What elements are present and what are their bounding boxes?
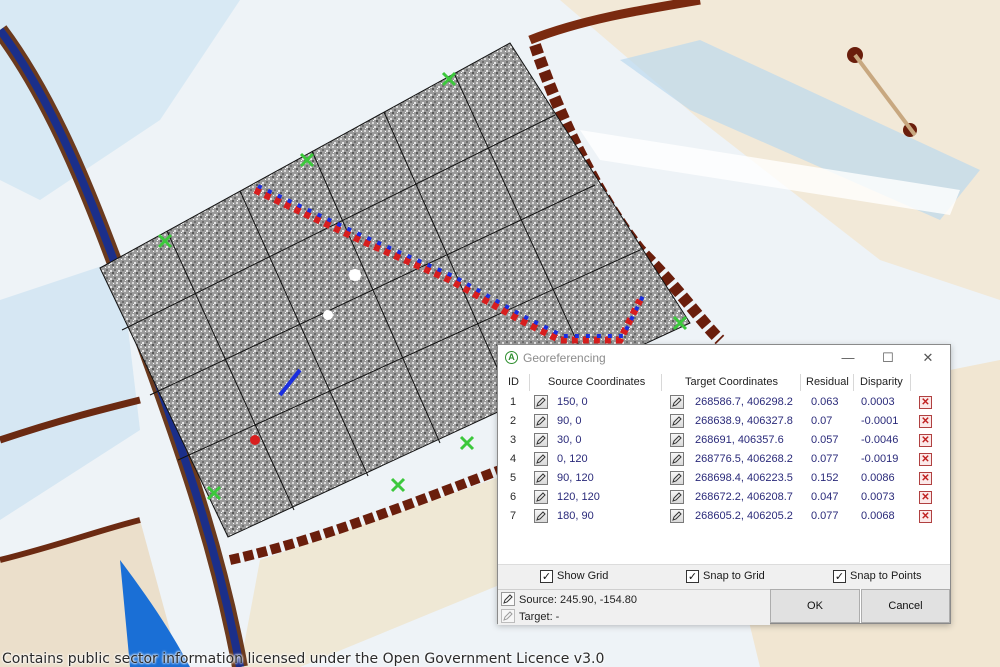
pencil-icon[interactable] <box>670 433 684 447</box>
disparity-cell: -0.0046 <box>861 434 899 446</box>
target-coordinates-readout: Target: - <box>519 611 560 623</box>
delete-x-icon[interactable]: ✕ <box>919 396 932 409</box>
residual-cell: 0.152 <box>811 472 839 484</box>
pencil-icon[interactable] <box>670 452 684 466</box>
source-coordinates-readout: Source: 245.90, -154.80 <box>519 594 638 606</box>
pencil-icon[interactable] <box>670 509 684 523</box>
residual-cell: 0.07 <box>811 415 833 427</box>
column-header-id[interactable]: ID <box>508 374 519 391</box>
target-pencil-icon[interactable] <box>501 609 515 623</box>
app-logo-icon: A <box>505 351 518 364</box>
source-coordinates-cell[interactable]: 180, 90 <box>557 510 594 522</box>
disparity-cell: 0.0003 <box>861 396 895 408</box>
pencil-icon[interactable] <box>670 414 684 428</box>
target-coordinates-cell[interactable]: 268586.7, 406298.2 <box>695 396 793 408</box>
title-bar[interactable]: A Georeferencing — ☐ ✕ <box>498 345 950 371</box>
pencil-icon[interactable] <box>534 433 548 447</box>
pencil-icon[interactable] <box>534 452 548 466</box>
checkbox-tick-icon[interactable]: ✓ <box>686 570 699 583</box>
disparity-cell: -0.0001 <box>861 415 899 427</box>
target-coordinates-cell[interactable]: 268691, 406357.6 <box>695 434 784 446</box>
residual-cell: 0.077 <box>811 510 839 522</box>
georeferencing-dialog: A Georeferencing — ☐ ✕ ID Source Coordin… <box>497 344 951 625</box>
source-coordinates-cell[interactable]: 120, 120 <box>557 491 600 503</box>
row-id: 3 <box>510 434 517 446</box>
header-divider <box>853 374 854 391</box>
disparity-cell: 0.0068 <box>861 510 895 522</box>
target-coordinates-cell[interactable]: 268638.9, 406327.8 <box>695 415 793 427</box>
residual-cell: 0.063 <box>811 396 839 408</box>
checkbox-tick-icon[interactable]: ✓ <box>833 570 846 583</box>
source-coordinates-cell[interactable]: 30, 0 <box>557 434 581 446</box>
row-id: 4 <box>510 453 517 465</box>
maximize-button[interactable]: ☐ <box>872 345 904 371</box>
disparity-cell: 0.0073 <box>861 491 895 503</box>
table-row[interactable]: 4 0, 120 268776.5, 406268.2 0.077 -0.0019 ✕ <box>502 450 949 469</box>
column-header-disparity[interactable]: Disparity <box>860 374 903 391</box>
header-divider <box>529 374 530 391</box>
header-divider <box>800 374 801 391</box>
licence-credit: Contains public sector information licen… <box>2 651 605 667</box>
row-id: 5 <box>510 472 517 484</box>
show-grid-label: Show Grid <box>557 570 609 582</box>
snap-to-grid-label: Snap to Grid <box>703 570 765 582</box>
cancel-button[interactable]: Cancel <box>861 589 950 623</box>
table-row[interactable]: 5 90, 120 268698.4, 406223.5 0.152 0.0086 ✕ <box>502 469 949 488</box>
table-row[interactable]: 6 120, 120 268672.2, 406208.7 0.047 0.0073 ✕ <box>502 488 949 507</box>
source-coordinates-cell[interactable]: 0, 120 <box>557 453 588 465</box>
pencil-icon[interactable] <box>534 414 548 428</box>
column-header-source[interactable]: Source Coordinates <box>548 374 645 391</box>
minimize-button[interactable]: — <box>832 345 864 371</box>
table-row[interactable]: 7 180, 90 268605.2, 406205.2 0.077 0.0068 ✕ <box>502 507 949 526</box>
disparity-cell: -0.0019 <box>861 453 899 465</box>
residual-cell: 0.077 <box>811 453 839 465</box>
row-id: 2 <box>510 415 517 427</box>
target-coordinates-cell[interactable]: 268605.2, 406205.2 <box>695 510 793 522</box>
column-header-residual[interactable]: Residual <box>806 374 849 391</box>
pencil-icon[interactable] <box>670 490 684 504</box>
dialog-title: Georeferencing <box>523 351 606 365</box>
pencil-icon[interactable] <box>534 395 548 409</box>
header-divider <box>661 374 662 391</box>
delete-x-icon[interactable]: ✕ <box>919 491 932 504</box>
residual-cell: 0.057 <box>811 434 839 446</box>
target-coordinates-cell[interactable]: 268776.5, 406268.2 <box>695 453 793 465</box>
pencil-icon[interactable] <box>534 471 548 485</box>
snap-to-points-label: Snap to Points <box>850 570 922 582</box>
delete-x-icon[interactable]: ✕ <box>919 434 932 447</box>
delete-x-icon[interactable]: ✕ <box>919 510 932 523</box>
checkbox-tick-icon[interactable]: ✓ <box>540 570 553 583</box>
residual-cell: 0.047 <box>811 491 839 503</box>
table-row[interactable]: 3 30, 0 268691, 406357.6 0.057 -0.0046 ✕ <box>502 431 949 450</box>
ok-button[interactable]: OK <box>770 589 860 623</box>
pencil-icon[interactable] <box>534 509 548 523</box>
row-id: 1 <box>510 396 517 408</box>
pencil-icon[interactable] <box>670 395 684 409</box>
gcp-table: ID Source Coordinates Target Coordinates… <box>502 371 949 562</box>
delete-x-icon[interactable]: ✕ <box>919 415 932 428</box>
source-coordinates-cell[interactable]: 150, 0 <box>557 396 588 408</box>
column-header-target[interactable]: Target Coordinates <box>685 374 778 391</box>
pencil-icon[interactable] <box>670 471 684 485</box>
table-row[interactable]: 2 90, 0 268638.9, 406327.8 0.07 -0.0001 ✕ <box>502 412 949 431</box>
options-bar: ✓ Show Grid ✓ Snap to Grid ✓ Snap to Poi… <box>498 564 950 589</box>
status-panel: Source: 245.90, -154.80 Target: - <box>498 589 770 625</box>
row-id: 7 <box>510 510 517 522</box>
header-divider <box>910 374 911 391</box>
pencil-icon[interactable] <box>534 490 548 504</box>
source-pencil-icon[interactable] <box>501 592 515 606</box>
delete-x-icon[interactable]: ✕ <box>919 472 932 485</box>
target-coordinates-cell[interactable]: 268698.4, 406223.5 <box>695 472 793 484</box>
table-row[interactable]: 1 150, 0 268586.7, 406298.2 0.063 0.0003 ✕ <box>502 393 949 412</box>
close-button[interactable]: ✕ <box>912 345 944 371</box>
disparity-cell: 0.0086 <box>861 472 895 484</box>
delete-x-icon[interactable]: ✕ <box>919 453 932 466</box>
source-coordinates-cell[interactable]: 90, 120 <box>557 472 594 484</box>
target-coordinates-cell[interactable]: 268672.2, 406208.7 <box>695 491 793 503</box>
row-id: 6 <box>510 491 517 503</box>
source-coordinates-cell[interactable]: 90, 0 <box>557 415 581 427</box>
